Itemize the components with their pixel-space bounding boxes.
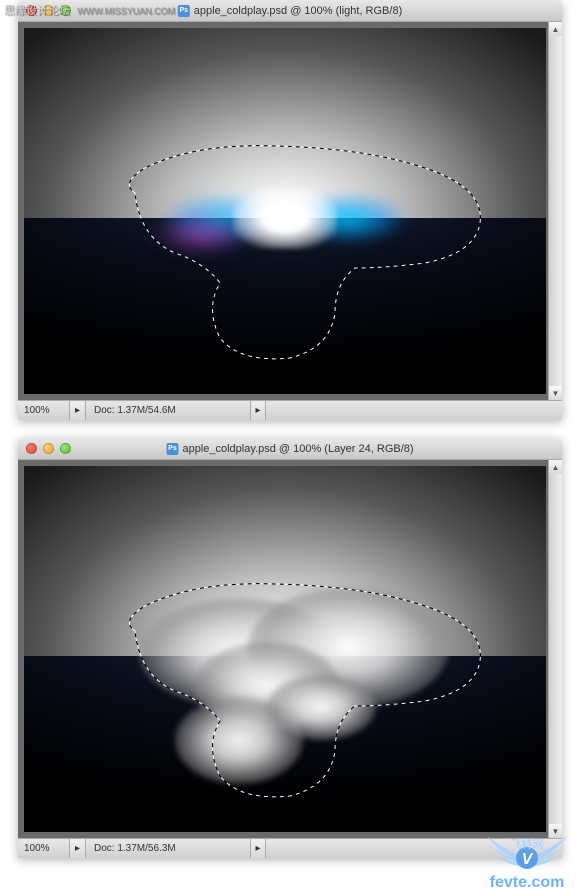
document-canvas[interactable] (24, 28, 546, 394)
vertical-scrollbar[interactable]: ▲ ▼ (548, 22, 562, 400)
status-play-icon[interactable]: ▸ (250, 401, 266, 420)
top-watermark: 思缘设计论坛 WWW.MISSYUAN.COM (4, 2, 175, 18)
scroll-up-icon[interactable]: ▲ (549, 460, 562, 474)
photoshop-doc-icon: Ps (166, 443, 178, 455)
traffic-lights (26, 443, 71, 454)
sky-gradient (24, 28, 546, 218)
titlebar[interactable]: Ps apple_coldplay.psd @ 100% (Layer 24, … (18, 438, 562, 460)
status-play-icon[interactable]: ▸ (250, 839, 266, 858)
doc-info[interactable]: Doc: 1.37M/54.6M (86, 405, 250, 416)
watermark-url: WWW.MISSYUAN.COM (77, 6, 175, 16)
scroll-down-icon[interactable]: ▼ (549, 386, 562, 400)
wings-logo-icon: V 飞特网 (482, 828, 572, 878)
status-bar: 100% ▸ Doc: 1.37M/54.6M ▸ (18, 400, 562, 420)
zoom-field[interactable]: 100% (18, 839, 70, 858)
doc-info[interactable]: Doc: 1.37M/56.3M (86, 843, 250, 854)
canvas-area[interactable]: ▲ ▼ (18, 460, 562, 838)
photoshop-window-1: Ps apple_coldplay.psd @ 100% (light, RGB… (18, 0, 562, 420)
watermark-text: 思缘设计论坛 (4, 5, 70, 17)
document-canvas[interactable] (24, 466, 546, 832)
ground-gradient (24, 218, 546, 394)
cloud-layer (102, 576, 467, 796)
bottom-watermark: V 飞特网 fevte.com (482, 828, 572, 892)
zoom-field[interactable]: 100% (18, 401, 70, 420)
status-bar: 100% ▸ Doc: 1.37M/56.3M ▸ (18, 838, 562, 858)
scroll-up-icon[interactable]: ▲ (549, 22, 562, 36)
brand-cn-label: 飞特网 (511, 836, 544, 852)
vertical-scrollbar[interactable]: ▲ ▼ (548, 460, 562, 838)
title-label: apple_coldplay.psd @ 100% (Layer 24, RGB… (182, 443, 413, 455)
canvas-area[interactable]: ▲ ▼ (18, 22, 562, 400)
window-title: Ps apple_coldplay.psd @ 100% (Layer 24, … (166, 443, 413, 455)
status-menu-icon[interactable]: ▸ (70, 839, 86, 858)
minimize-button[interactable] (43, 443, 54, 454)
svg-text:V: V (522, 851, 534, 868)
close-button[interactable] (26, 443, 37, 454)
window-title: Ps apple_coldplay.psd @ 100% (light, RGB… (178, 5, 402, 17)
photoshop-window-2: Ps apple_coldplay.psd @ 100% (Layer 24, … (18, 438, 562, 858)
status-menu-icon[interactable]: ▸ (70, 401, 86, 420)
maximize-button[interactable] (60, 443, 71, 454)
title-label: apple_coldplay.psd @ 100% (light, RGB/8) (194, 5, 402, 17)
photoshop-doc-icon: Ps (178, 5, 190, 17)
